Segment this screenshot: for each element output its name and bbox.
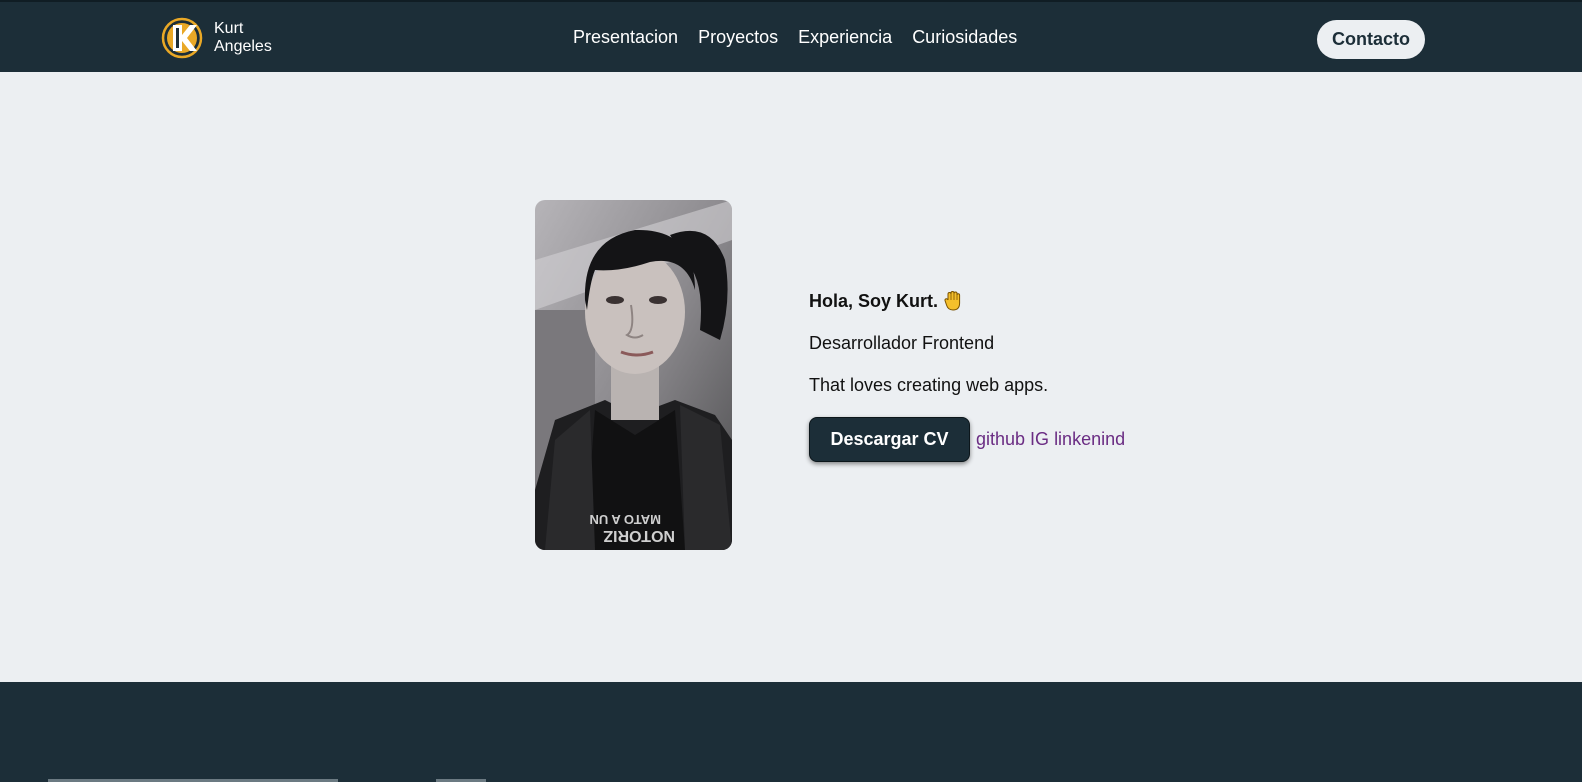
hero-actions: Descargar CV github IG linkenind — [809, 417, 1229, 462]
linkedin-link[interactable]: linkenind — [1054, 429, 1125, 450]
svg-text:NOTORIZ: NOTORIZ — [603, 527, 675, 544]
nav-link-experiencia[interactable]: Experiencia — [798, 26, 892, 48]
github-link[interactable]: github — [976, 429, 1025, 450]
greeting-text: Hola, Soy Kurt. — [809, 291, 939, 311]
hero-section: MATO A UN NOTORIZ Hola, Soy Kurt. Desarr… — [0, 72, 1582, 682]
footer — [0, 682, 1582, 782]
brand[interactable]: Kurt Angeles — [160, 16, 272, 60]
contact-button[interactable]: Contacto — [1317, 20, 1425, 59]
nav-link-curiosidades[interactable]: Curiosidades — [912, 26, 1017, 48]
instagram-link[interactable]: IG — [1030, 429, 1049, 450]
brand-first-name: Kurt — [214, 20, 244, 37]
download-cv-button[interactable]: Descargar CV — [809, 417, 970, 462]
greeting-heading: Hola, Soy Kurt. — [809, 290, 1229, 312]
svg-text:MATO A UN: MATO A UN — [590, 512, 662, 527]
nav-link-presentacion[interactable]: Presentacion — [573, 26, 678, 48]
brand-name: Kurt Angeles — [214, 20, 272, 56]
navbar: Kurt Angeles Presentacion Proyectos Expe… — [0, 0, 1582, 72]
hero-intro: Hola, Soy Kurt. Desarrollador Frontend T… — [809, 290, 1229, 462]
role-text: Desarrollador Frontend — [809, 333, 995, 353]
social-links: github IG linkenind — [976, 429, 1125, 450]
tagline-text: That loves creating web apps. — [809, 375, 1049, 395]
nav-link-proyectos[interactable]: Proyectos — [698, 26, 778, 48]
profile-photo: MATO A UN NOTORIZ — [535, 200, 732, 550]
main-nav: Presentacion Proyectos Experiencia Curio… — [573, 26, 1017, 48]
k-logo-icon — [161, 17, 203, 59]
brand-last-name: Angeles — [214, 38, 272, 55]
raised-hand-icon — [944, 291, 961, 311]
